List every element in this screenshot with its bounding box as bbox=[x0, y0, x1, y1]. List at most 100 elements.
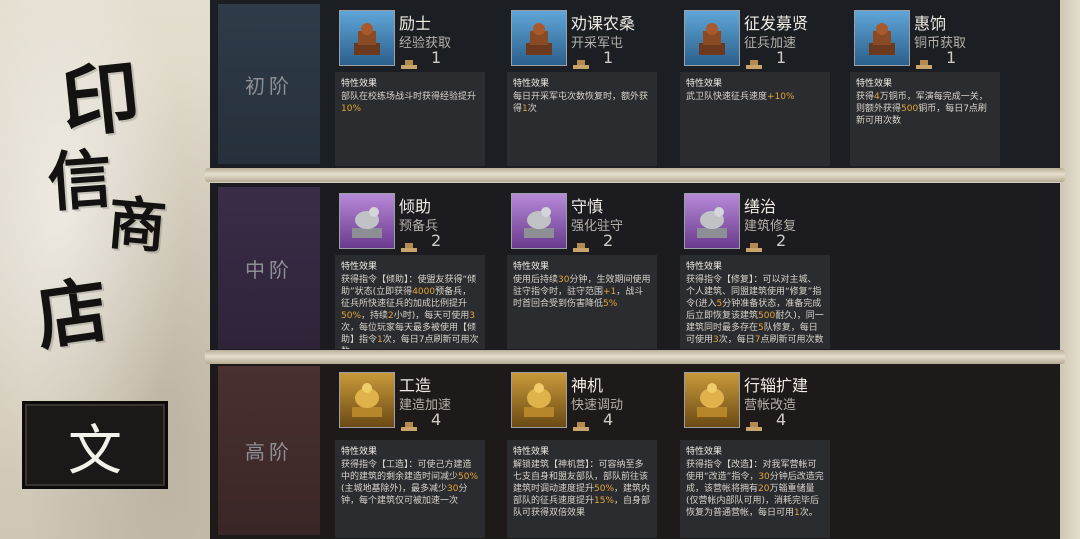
effect-highlight: 5% bbox=[603, 299, 618, 309]
card-subtitle: 快速调动 bbox=[571, 398, 624, 413]
seal-stack-icon bbox=[746, 54, 762, 69]
seal-card[interactable]: 工造 建造加速 4 特性效果 获得指令【工造】：可使己方建造中的建筑的剩余建造时间减少5… bbox=[335, 364, 495, 538]
card-count: 2 bbox=[603, 231, 614, 250]
effect-title: 特性效果 bbox=[341, 262, 378, 272]
effect-text: 获得4万铜币，军演每完成一关，则额外获得500铜币，每日7点刷新可用次数 bbox=[856, 91, 994, 127]
left-title-panel: 印 信 商 店 文 bbox=[0, 0, 210, 539]
card-name: 工造 bbox=[399, 376, 432, 395]
card-count: 1 bbox=[776, 48, 787, 67]
seal-card[interactable]: 惠饷 铜币获取 1 特性效果 获得4万铜币，军演每完成一关，则额外获得500铜币，每日7… bbox=[850, 2, 1010, 166]
title-char: 印 bbox=[57, 51, 145, 150]
golden-seal-icon[interactable] bbox=[511, 372, 567, 428]
tier-label-box: 初阶 bbox=[218, 4, 320, 164]
effect-highlight: 10% bbox=[341, 104, 362, 114]
effect-panel: 特性效果 获得指令【工造】：可使己方建造中的建筑的剩余建造时间减少50% (主城地基… bbox=[335, 440, 485, 538]
card-header: 惠饷铜币获取 1 bbox=[850, 2, 1010, 69]
effect-segment: (主城地基除外)，最多减少 bbox=[341, 484, 448, 494]
card-subtitle: 铜币获取 bbox=[914, 36, 967, 51]
category-tab-wen[interactable]: 文 bbox=[22, 401, 168, 489]
title-char: 商 bbox=[105, 188, 169, 262]
card-name: 缮治 bbox=[744, 197, 777, 216]
golden-seal-icon[interactable] bbox=[339, 372, 395, 428]
effect-title: 特性效果 bbox=[513, 447, 550, 457]
effect-highlight: 20 bbox=[758, 484, 770, 494]
effect-segment: 获得 bbox=[856, 92, 875, 102]
effect-segment: 使用后持续 bbox=[513, 275, 559, 285]
seal-card[interactable]: 劝课农桑开采军屯 1 特性效果每日开采军屯次数恢复时，额外获得1次 bbox=[507, 2, 667, 166]
card-name: 劝课农桑 bbox=[571, 14, 636, 33]
seal-card[interactable]: 缮治 建筑修复 2 特性效果 获得指令【修复】：可以对主城、个人建筑、同盟建筑使用“修复… bbox=[680, 185, 840, 349]
card-count: 2 bbox=[431, 231, 442, 250]
seal-icon[interactable] bbox=[511, 10, 567, 66]
card-count: 4 bbox=[776, 410, 787, 429]
seal-card[interactable]: 行辎扩建 营帐改造 4 特性效果 获得指令【改造】：对我军营帐可使用“改造”指令，30分… bbox=[680, 364, 840, 538]
seal-card[interactable]: 神机 快速调动 4 特性效果 解锁建筑【神机营】：可容纳至多七支自身和盟友部队，部队前往… bbox=[507, 364, 667, 538]
effect-segment: 武卫队快速征兵速度 bbox=[686, 92, 768, 102]
beast-seal-icon[interactable] bbox=[511, 193, 567, 249]
right-paper-edge bbox=[1060, 0, 1080, 539]
card-name: 倾助 bbox=[399, 197, 432, 216]
beast-seal-icon[interactable] bbox=[684, 193, 740, 249]
effect-panel: 特性效果 获得指令【改造】：对我军营帐可使用“改造”指令，30分钟后改造完成，该营… bbox=[680, 440, 830, 538]
golden-seal-icon[interactable] bbox=[684, 372, 740, 428]
tier-label-box: 高阶 bbox=[218, 366, 320, 535]
effect-title: 特性效果 bbox=[513, 79, 550, 89]
effect-title: 特性效果 bbox=[341, 447, 378, 457]
card-count: 1 bbox=[946, 48, 957, 67]
card-subtitle: 开采军屯 bbox=[571, 36, 624, 51]
effect-highlight: 50% bbox=[341, 311, 362, 321]
effect-panel: 特性效果获得指令【倾助】：使盟友获得“倾助”状态(立即获得4000预备兵，征兵所… bbox=[335, 255, 485, 349]
seal-stack-icon bbox=[916, 54, 932, 69]
effect-text: 武卫队快速征兵速度+10% bbox=[686, 91, 824, 103]
effect-panel: 特性效果每日开采军屯次数恢复时，额外获得1次 bbox=[507, 72, 657, 166]
seal-stack-icon bbox=[746, 237, 762, 252]
effect-panel: 特性效果部队在校练场战斗时获得经验提升 10% bbox=[335, 72, 485, 166]
card-count: 4 bbox=[603, 410, 614, 429]
effect-text: 获得指令【倾助】：使盟友获得“倾助”状态(立即获得4000预备兵，征兵所快速征兵… bbox=[341, 274, 479, 349]
effect-title: 特性效果 bbox=[341, 79, 378, 89]
seal-stack-icon bbox=[746, 416, 762, 431]
card-count: 1 bbox=[603, 48, 614, 67]
seal-stack-icon bbox=[573, 54, 589, 69]
seal-stack-icon bbox=[401, 54, 417, 69]
effect-text: 部队在校练场战斗时获得经验提升 10% bbox=[341, 91, 479, 115]
seal-icon[interactable] bbox=[854, 10, 910, 66]
card-subtitle: 强化驻守 bbox=[571, 219, 624, 234]
tier-label-box: 中阶 bbox=[218, 187, 320, 349]
effect-highlight: 3 bbox=[469, 311, 476, 321]
card-subtitle: 建筑修复 bbox=[744, 219, 797, 234]
effect-text: 获得指令【改造】：对我军营帐可使用“改造”指令，30分钟后改造完成，该营帐将拥有… bbox=[686, 459, 824, 519]
effect-highlight: +10% bbox=[767, 92, 795, 102]
card-header: 缮治 建筑修复 2 bbox=[680, 185, 840, 252]
seal-card[interactable]: 励士 经验获取 1 特性效果 部队在校练场战斗时获得经验提升 10% bbox=[335, 2, 495, 166]
effect-panel: 特性效果 获得指令【修复】：可以对主城、个人建筑、同盟建筑使用“修复”指令(进入5… bbox=[680, 255, 830, 349]
tier-row-advanced: 高阶 工造建造加速 4 特性效果 获得指令【工造】：可使己方建造中的建筑的剩余建造时间减… bbox=[210, 362, 1060, 539]
effect-text: 使用后持续30分钟，生效期间使用驻守指令时，驻守范围+1，战斗时首回合受到伤害降… bbox=[513, 274, 651, 310]
effect-text: 每日开采军屯次数恢复时，额外获得1次 bbox=[513, 91, 651, 115]
seal-card[interactable]: 倾助 预备兵 2 特性效果 获得指令【倾助】：使盟友获得“倾助”状态(立即获得4000预… bbox=[335, 185, 495, 349]
seal-card[interactable]: 征发募贤 征兵加速 1 特性效果 武卫队快速征兵速度+10% bbox=[680, 2, 840, 166]
effect-segment: 次。 bbox=[799, 508, 818, 518]
effect-segment: 次 bbox=[527, 104, 537, 114]
tier-label: 初阶 bbox=[245, 73, 293, 98]
effect-text: 获得指令【修复】：可以对主城、个人建筑、同盟建筑使用“修复”指令(进入5分钟准备… bbox=[686, 274, 824, 346]
card-name: 征发募贤 bbox=[744, 14, 809, 33]
card-header: 行辎扩建 营帐改造 4 bbox=[680, 364, 840, 431]
beast-seal-icon[interactable] bbox=[339, 193, 395, 249]
effect-highlight: 30 bbox=[558, 275, 570, 285]
seal-stack-icon bbox=[573, 416, 589, 431]
card-subtitle: 建造加速 bbox=[399, 398, 452, 413]
card-name: 惠饷 bbox=[914, 14, 947, 33]
card-header: 工造 建造加速 4 bbox=[335, 364, 495, 431]
effect-segment: 小时)，每天可使用 bbox=[393, 311, 470, 321]
seal-icon[interactable] bbox=[684, 10, 740, 66]
card-name: 励士 bbox=[399, 14, 432, 33]
seal-icon[interactable] bbox=[339, 10, 395, 66]
tier-row-intermediate: 中阶 倾助 预备兵 2 特性效果 获得指令【倾助】：使盟友获得“倾助”状态(立即获得400… bbox=[210, 183, 1060, 353]
effect-panel: 特性效果 解锁建筑【神机营】：可容纳至多七支自身和盟友部队，部队前往该建筑时调动速… bbox=[507, 440, 657, 538]
tier-label: 中阶 bbox=[245, 257, 293, 282]
seal-card[interactable]: 守慎 强化驻守 2 特性效果 使用后持续30分钟，生效期间使用驻守指令时，驻守范围+1，… bbox=[507, 185, 667, 349]
category-tab-label: 文 bbox=[68, 418, 122, 482]
card-subtitle: 营帐改造 bbox=[744, 398, 797, 413]
row-divider bbox=[205, 350, 1065, 364]
